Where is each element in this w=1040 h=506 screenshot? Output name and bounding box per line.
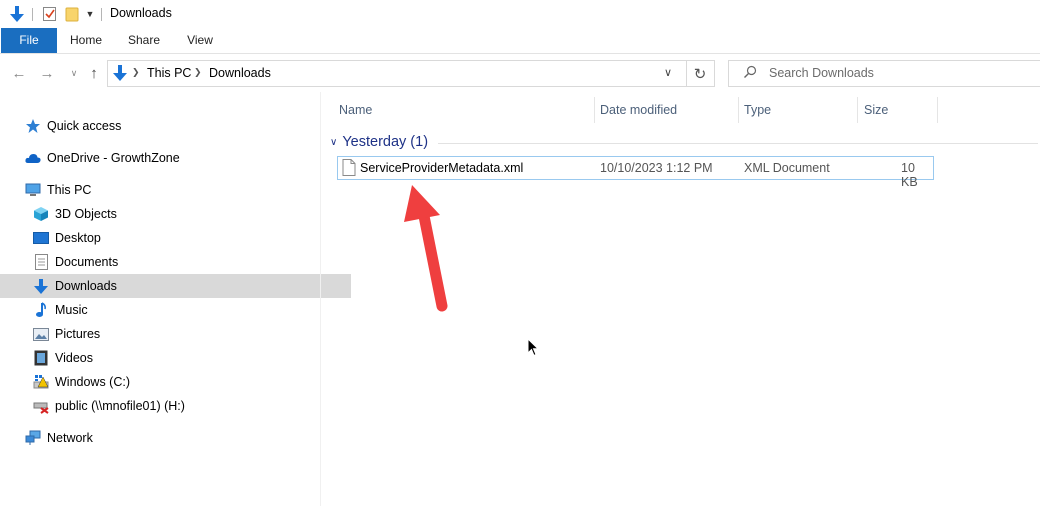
toolbar-divider bbox=[32, 8, 33, 21]
column-header-type[interactable]: Type bbox=[744, 103, 771, 117]
column-divider[interactable] bbox=[937, 97, 938, 123]
customize-toolbar-icon[interactable]: ▼ bbox=[84, 5, 96, 23]
pictures-icon bbox=[33, 326, 49, 342]
sidebar-item-label: Quick access bbox=[47, 119, 122, 133]
file-row[interactable]: ServiceProviderMetadata.xml 10/10/2023 1… bbox=[337, 156, 934, 189]
group-divider-line bbox=[438, 143, 1038, 144]
network-icon bbox=[25, 430, 41, 446]
file-type: XML Document bbox=[744, 161, 830, 175]
arrow-up-icon: ↑ bbox=[90, 64, 98, 82]
sidebar-item-pictures[interactable]: Pictures bbox=[0, 322, 351, 346]
toolbar-divider bbox=[101, 8, 102, 21]
tab-share[interactable]: Share bbox=[118, 28, 170, 53]
navigation-pane: Quick access OneDrive - GrowthZone This … bbox=[0, 92, 351, 506]
sidebar-item-3d-objects[interactable]: 3D Objects bbox=[0, 202, 351, 226]
column-divider[interactable] bbox=[594, 97, 595, 123]
cloud-icon bbox=[25, 150, 41, 166]
breadcrumb-this-pc[interactable]: This PC bbox=[147, 66, 191, 80]
sidebar-item-documents[interactable]: Documents bbox=[0, 250, 351, 274]
tab-home[interactable]: Home bbox=[60, 28, 112, 53]
sidebar-item-label: Desktop bbox=[55, 231, 101, 245]
sidebar-item-windows-c[interactable]: Windows (C:) bbox=[0, 370, 351, 394]
file-name: ServiceProviderMetadata.xml bbox=[360, 161, 524, 175]
sidebar-item-videos[interactable]: Videos bbox=[0, 346, 351, 370]
new-folder-icon[interactable] bbox=[63, 5, 81, 23]
up-button[interactable]: ↑ bbox=[84, 64, 104, 82]
sidebar-item-label: 3D Objects bbox=[55, 207, 117, 221]
sidebar-item-label: OneDrive - GrowthZone bbox=[47, 151, 180, 165]
sidebar-item-quick-access[interactable]: Quick access bbox=[0, 114, 343, 138]
sidebar-item-downloads[interactable]: Downloads bbox=[0, 274, 351, 298]
sidebar-item-network[interactable]: Network bbox=[0, 426, 343, 450]
document-icon bbox=[33, 254, 49, 270]
search-input[interactable]: Search Downloads bbox=[728, 60, 1040, 87]
back-button[interactable]: ← bbox=[9, 64, 29, 82]
title-bar: ▼ Downloads bbox=[0, 0, 1040, 28]
sidebar-item-label: Windows (C:) bbox=[55, 375, 131, 389]
search-icon bbox=[743, 65, 757, 82]
refresh-button[interactable]: ↻ bbox=[686, 60, 715, 87]
file-size: 10 KB bbox=[901, 161, 918, 189]
sidebar-item-label: This PC bbox=[47, 183, 92, 197]
sidebar-item-label: Pictures bbox=[55, 327, 101, 341]
arrow-left-icon: ← bbox=[11, 64, 27, 82]
window-title: Downloads bbox=[110, 6, 172, 20]
column-divider[interactable] bbox=[857, 97, 858, 123]
sidebar-item-onedrive[interactable]: OneDrive - GrowthZone bbox=[0, 146, 343, 170]
sidebar-item-desktop[interactable]: Desktop bbox=[0, 226, 351, 250]
column-header-name[interactable]: Name bbox=[339, 103, 372, 117]
music-icon bbox=[33, 302, 49, 318]
address-dropdown-icon[interactable]: ∨ bbox=[664, 66, 672, 79]
sidebar-item-label: Network bbox=[47, 431, 93, 445]
ribbon: File Home Share View bbox=[0, 28, 1040, 54]
sidebar-item-label: Documents bbox=[55, 255, 119, 269]
chevron-down-icon: ∨ bbox=[70, 67, 78, 78]
sidebar-item-label: Videos bbox=[55, 351, 93, 365]
xml-file-icon bbox=[342, 159, 356, 179]
chevron-right-icon[interactable]: ❯ bbox=[194, 67, 202, 78]
properties-icon[interactable] bbox=[40, 5, 58, 23]
download-location-icon bbox=[112, 64, 128, 85]
mouse-cursor-icon bbox=[527, 338, 539, 357]
cube-icon bbox=[33, 206, 49, 222]
tab-file[interactable]: File bbox=[1, 28, 57, 53]
star-icon bbox=[25, 118, 41, 134]
tab-view[interactable]: View bbox=[176, 28, 224, 53]
video-icon bbox=[33, 350, 49, 366]
sidebar-item-label: public (\\mnofile01) (H:) bbox=[55, 399, 185, 413]
drive-icon bbox=[33, 374, 49, 390]
annotation-arrow bbox=[404, 185, 448, 312]
breadcrumb-downloads[interactable]: Downloads bbox=[209, 66, 271, 80]
pane-divider[interactable] bbox=[320, 92, 321, 506]
computer-icon bbox=[25, 182, 41, 198]
refresh-icon: ↻ bbox=[693, 65, 707, 83]
arrow-right-icon: → bbox=[39, 64, 55, 82]
address-bar[interactable]: ❯ This PC ❯ Downloads ∨ bbox=[107, 60, 687, 87]
network-drive-disconnected-icon bbox=[33, 398, 49, 414]
search-placeholder: Search Downloads bbox=[769, 66, 874, 80]
sidebar-item-public-h[interactable]: public (\\mnofile01) (H:) bbox=[0, 394, 351, 418]
column-header-date-modified[interactable]: Date modified bbox=[600, 103, 677, 117]
file-date-modified: 10/10/2023 1:12 PM bbox=[600, 161, 713, 175]
forward-button[interactable]: → bbox=[37, 64, 57, 82]
column-header-size[interactable]: Size bbox=[864, 103, 888, 117]
column-divider[interactable] bbox=[738, 97, 739, 123]
group-header[interactable]: ∨ Yesterday (1) bbox=[330, 133, 428, 151]
sidebar-item-this-pc[interactable]: This PC bbox=[0, 178, 343, 202]
download-icon bbox=[33, 278, 49, 294]
chevron-right-icon[interactable]: ❯ bbox=[132, 67, 140, 78]
sidebar-item-label: Music bbox=[55, 303, 88, 317]
sidebar-item-music[interactable]: Music bbox=[0, 298, 351, 322]
desktop-icon bbox=[33, 230, 49, 246]
chevron-down-icon: ∨ bbox=[330, 136, 338, 148]
group-label: Yesterday (1) bbox=[342, 134, 429, 150]
recent-locations-button[interactable]: ∨ bbox=[64, 64, 84, 82]
sidebar-item-label: Downloads bbox=[55, 279, 117, 293]
download-arrow-icon[interactable] bbox=[8, 5, 26, 23]
